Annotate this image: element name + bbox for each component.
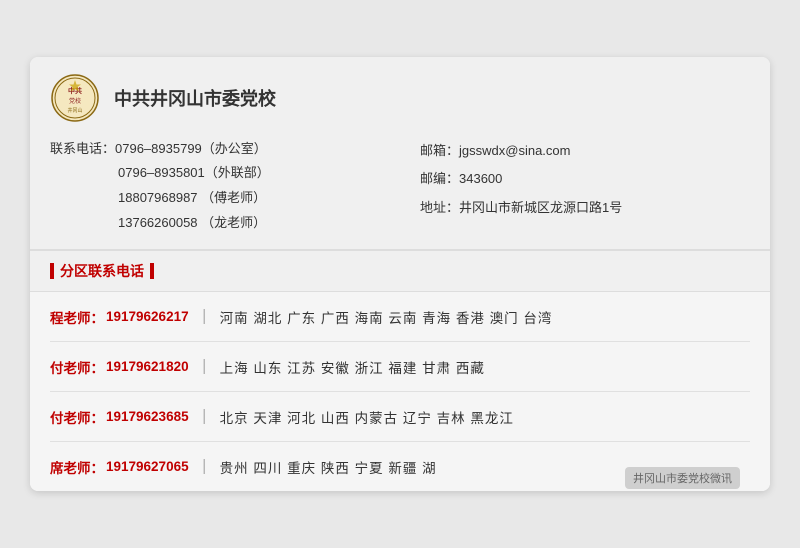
separator-4: ｜ [197,456,212,477]
svg-text:党校: 党校 [69,97,81,105]
phone-4: 13766260058 （龙老师） [118,211,266,236]
postcode-value: 343600 [459,165,502,194]
region-row-3: 付老师： 19179623685 ｜ 北京 天津 河北 山西 内蒙古 辽宁 吉林… [50,392,750,442]
contact-line-3: 18807968987 （傅老师） [50,186,400,211]
phone-1: 0796–8935799（办公室） [115,137,267,162]
email-label: 邮箱： [420,137,459,166]
separator-2: ｜ [197,356,212,377]
phone-2: 0796–8935801（外联部） [118,161,270,186]
separator-3: ｜ [197,406,212,427]
region-row-1: 程老师： 19179626217 ｜ 河南 湖北 广东 广西 海南 云南 青海 … [50,292,750,342]
phone-region-3: 19179623685 [106,409,189,424]
divider-bar-left [50,263,54,279]
org-title: 中共井冈山市委党校 [114,85,276,111]
svg-text:井冈山: 井冈山 [67,107,82,114]
regions-4: 贵州 四川 重庆 陕西 宁夏 新疆 湖 [220,457,437,477]
main-card: 中共 党校 井冈山 中共井冈山市委党校 联系电话： 0796–8935799（办… [30,57,770,492]
section-title: 分区联系电话 [60,261,144,281]
region-row-2: 付老师： 19179621820 ｜ 上海 山东 江苏 安徽 浙江 福建 甘肃 … [50,342,750,392]
regions-2: 上海 山东 江苏 安徽 浙江 福建 甘肃 西藏 [220,357,485,377]
region-row-4: 席老师： 19179627065 ｜ 贵州 四川 重庆 陕西 宁夏 新疆 湖 井… [50,442,750,491]
section-divider: 分区联系电话 [30,250,770,292]
teacher-name-2: 付老师： [50,357,104,377]
teacher-name-3: 付老师： [50,407,104,427]
contact-left: 联系电话： 0796–8935799（办公室） 0796–8935801（外联部… [50,137,400,236]
teacher-name-1: 程老师： [50,307,104,327]
regions-1: 河南 湖北 广东 广西 海南 云南 青海 香港 澳门 台湾 [220,307,553,327]
teacher-name-4: 席老师： [50,457,104,477]
org-header: 中共 党校 井冈山 中共井冈山市委党校 [50,73,750,123]
address-line: 地址： 井冈山市新城区龙源口路1号 [420,194,750,223]
watermark: 井冈山市委党校微讯 [625,467,740,489]
region-rows: 程老师： 19179626217 ｜ 河南 湖北 广东 广西 海南 云南 青海 … [30,292,770,491]
divider-bar-right [150,263,154,279]
phone-region-1: 19179626217 [106,309,189,324]
regions-3: 北京 天津 河北 山西 内蒙古 辽宁 吉林 黑龙江 [220,407,514,427]
contact-right: 邮箱： jgsswdx@sina.com 邮编： 343600 地址： 井冈山市… [400,137,750,236]
contact-phone-label: 联系电话： [50,137,115,162]
contact-line-4: 13766260058 （龙老师） [50,211,400,236]
phone-region-4: 19179627065 [106,459,189,474]
org-logo-icon: 中共 党校 井冈山 [50,73,100,123]
phone-3: 18807968987 （傅老师） [118,186,266,211]
address-label: 地址： [420,194,459,223]
contact-grid: 联系电话： 0796–8935799（办公室） 0796–8935801（外联部… [50,137,750,236]
phone-region-2: 19179621820 [106,359,189,374]
address-value: 井冈山市新城区龙源口路1号 [459,194,622,223]
header-section: 中共 党校 井冈山 中共井冈山市委党校 联系电话： 0796–8935799（办… [30,57,770,251]
email-value: jgsswdx@sina.com [459,137,570,166]
postcode-label: 邮编： [420,165,459,194]
contact-line-2: 0796–8935801（外联部） [50,161,400,186]
postcode-line: 邮编： 343600 [420,165,750,194]
separator-1: ｜ [197,306,212,327]
contact-line-1: 联系电话： 0796–8935799（办公室） [50,137,400,162]
email-line: 邮箱： jgsswdx@sina.com [420,137,750,166]
